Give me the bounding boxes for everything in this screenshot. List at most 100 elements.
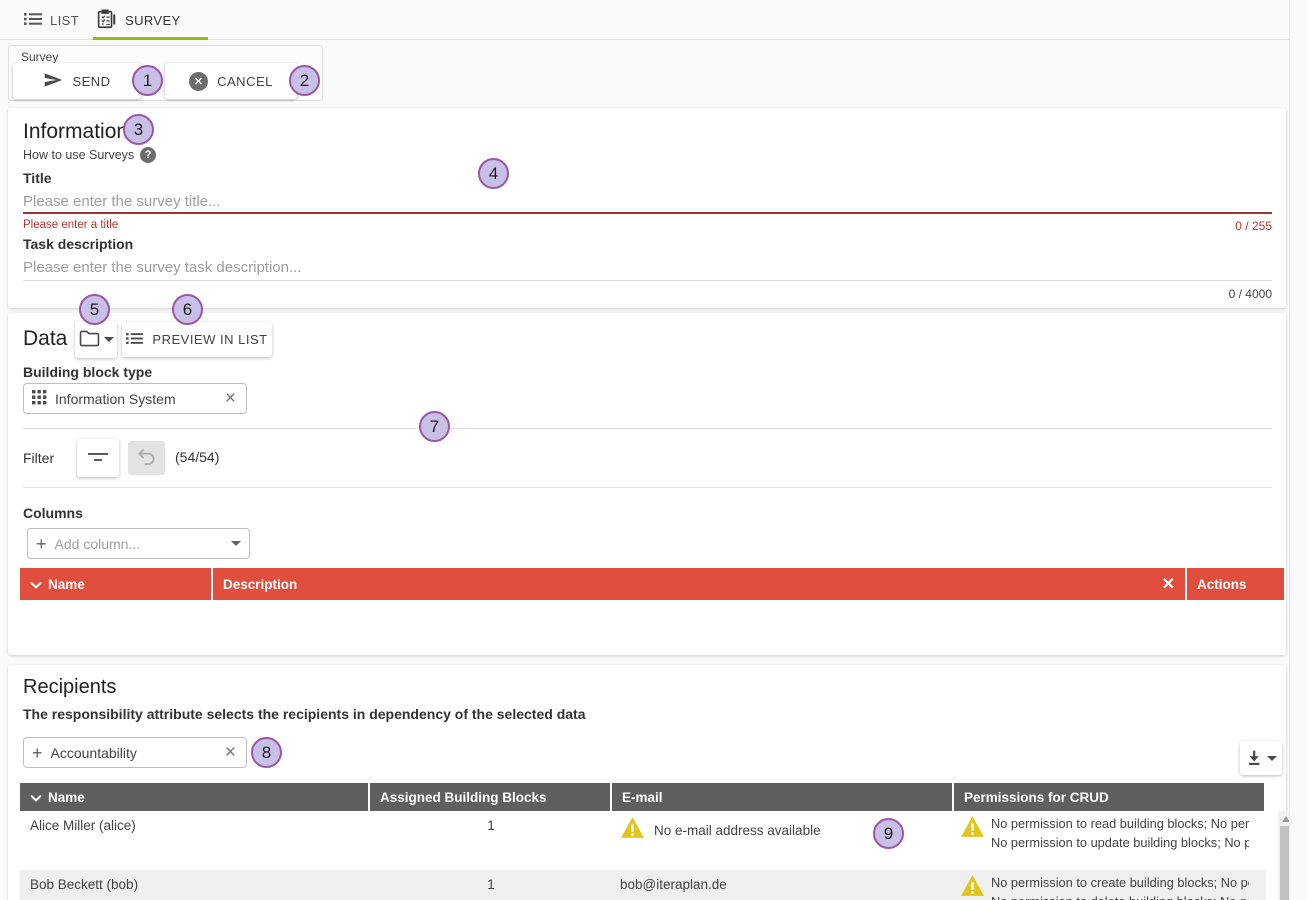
undo-filter-button[interactable] <box>128 441 165 475</box>
annotation-8: 8 <box>251 737 282 768</box>
columns-label: Columns <box>23 505 83 521</box>
tab-survey[interactable]: SURVEY <box>95 0 181 40</box>
title-label: Title <box>23 170 52 186</box>
information-section: Information How to use Surveys ? Title P… <box>8 108 1286 308</box>
data-section: Data PREVIEW IN LIST Building block type… <box>8 313 1286 655</box>
add-column-placeholder: Add column... <box>55 536 141 552</box>
recipients-header-permissions-label: Permissions for CRUD <box>964 790 1109 805</box>
active-tab-indicator <box>93 37 208 40</box>
survey-group-label: Survey <box>21 50 58 64</box>
building-block-type-label: Building block type <box>23 364 152 380</box>
preview-in-list-label: PREVIEW IN LIST <box>152 332 267 347</box>
recipients-table: Name Assigned Building Blocks E-mail Per… <box>20 783 1266 900</box>
task-description-label: Task description <box>23 236 133 252</box>
table-row[interactable]: Bob Beckett (bob) 1 bob@iteraplan.de No … <box>20 870 1266 900</box>
recipient-assigned-count: 1 <box>370 811 612 870</box>
annotation-9: 9 <box>873 818 904 849</box>
filter-icon <box>87 450 109 467</box>
warning-icon <box>960 815 985 841</box>
information-heading: Information <box>23 120 128 144</box>
recipients-table-header: Name Assigned Building Blocks E-mail Per… <box>20 783 1266 811</box>
recipients-header-assigned-label: Assigned Building Blocks <box>380 790 547 805</box>
help-link[interactable]: How to use Surveys <box>23 148 134 162</box>
column-header-name[interactable]: Name <box>20 568 211 600</box>
warning-icon <box>620 816 645 842</box>
recipient-permissions: No permission to read building blocks; N… <box>991 815 1249 852</box>
cancel-button-label: CANCEL <box>217 74 273 89</box>
recipient-email-status: No e-mail address available <box>654 816 821 838</box>
column-header-actions: Actions <box>1187 568 1284 600</box>
recipients-heading: Recipients <box>23 676 116 699</box>
recipients-header-email-label: E-mail <box>622 790 663 805</box>
divider <box>23 487 1272 488</box>
recipients-header-name[interactable]: Name <box>20 783 368 811</box>
recipients-section: Recipients The responsibility attribute … <box>8 665 1286 900</box>
column-header-actions-label: Actions <box>1197 577 1247 592</box>
recipient-assigned-count: 1 <box>370 870 612 900</box>
sort-desc-icon <box>30 577 42 592</box>
recipients-header-name-label: Name <box>48 790 85 805</box>
annotation-2: 2 <box>289 65 320 96</box>
tab-bar: LIST SURVEY <box>0 0 1307 40</box>
plus-icon: + <box>36 535 47 553</box>
list-icon <box>126 332 143 348</box>
download-icon <box>1245 748 1263 769</box>
annotation-3: 3 <box>123 114 154 145</box>
recipients-header-email[interactable]: E-mail <box>612 783 952 811</box>
send-icon <box>43 72 63 91</box>
task-underline <box>23 280 1272 281</box>
chevron-down-icon <box>231 541 241 546</box>
column-header-description[interactable]: Description ✕ <box>213 568 1185 600</box>
column-header-name-label: Name <box>48 577 85 592</box>
data-heading: Data <box>23 327 67 351</box>
annotation-4: 4 <box>478 158 509 189</box>
responsibility-attribute-value: Accountability <box>51 745 137 761</box>
building-block-type-chip[interactable]: Information System × <box>23 383 247 414</box>
chevron-down-icon <box>104 337 114 342</box>
data-table-header: Name Description ✕ Actions <box>20 568 1284 600</box>
help-icon[interactable]: ? <box>140 147 156 163</box>
recipients-header-assigned[interactable]: Assigned Building Blocks <box>370 783 610 811</box>
tab-survey-label: SURVEY <box>125 13 181 28</box>
recipient-name: Bob Beckett (bob) <box>20 870 370 900</box>
clear-building-block-icon[interactable]: × <box>223 389 238 408</box>
recipient-email: bob@iteraplan.de <box>620 875 727 892</box>
grid-icon <box>32 390 47 408</box>
cancel-icon: ✕ <box>189 72 208 91</box>
saved-queries-dropdown-button[interactable] <box>75 321 117 358</box>
title-underline <box>23 212 1272 214</box>
download-dropdown-button[interactable] <box>1240 741 1282 775</box>
recipients-header-permissions[interactable]: Permissions for CRUD <box>954 783 1264 811</box>
undo-icon <box>137 448 156 469</box>
page-scrollbar[interactable] <box>1289 0 1307 900</box>
send-button-label: SEND <box>72 74 110 89</box>
tab-list[interactable]: LIST <box>24 0 79 40</box>
column-header-description-label: Description <box>223 577 297 592</box>
responsibility-attribute-select[interactable]: + Accountability × <box>23 737 247 768</box>
chevron-down-icon <box>1267 756 1277 761</box>
divider <box>23 428 1272 429</box>
warning-icon <box>960 874 985 900</box>
filter-button[interactable] <box>77 439 119 477</box>
send-button[interactable]: SEND <box>13 63 141 99</box>
add-column-select[interactable]: + Add column... <box>27 528 250 559</box>
title-error-text: Please enter a title <box>23 219 118 231</box>
title-char-counter: 0 / 255 <box>1235 219 1272 233</box>
survey-title-input[interactable] <box>23 189 823 213</box>
clear-attribute-icon[interactable]: × <box>223 743 238 762</box>
filter-label: Filter <box>23 450 54 466</box>
recipients-subtitle: The responsibility attribute selects the… <box>23 706 585 722</box>
recipient-permissions: No permission to create building blocks;… <box>991 874 1249 900</box>
recipient-name: Alice Miller (alice) <box>20 811 370 870</box>
annotation-6: 6 <box>172 294 203 325</box>
plus-icon: + <box>32 744 43 762</box>
table-row[interactable]: Alice Miller (alice) 1 No e-mail address… <box>20 811 1266 870</box>
remove-column-icon[interactable]: ✕ <box>1162 574 1175 594</box>
preview-in-list-button[interactable]: PREVIEW IN LIST <box>122 322 272 357</box>
cancel-button[interactable]: ✕ CANCEL <box>165 63 297 99</box>
folder-icon <box>79 330 100 350</box>
survey-clipboard-icon <box>95 8 117 33</box>
tab-list-label: LIST <box>50 13 79 28</box>
task-description-input[interactable] <box>23 255 823 279</box>
building-block-type-value: Information System <box>55 391 176 407</box>
